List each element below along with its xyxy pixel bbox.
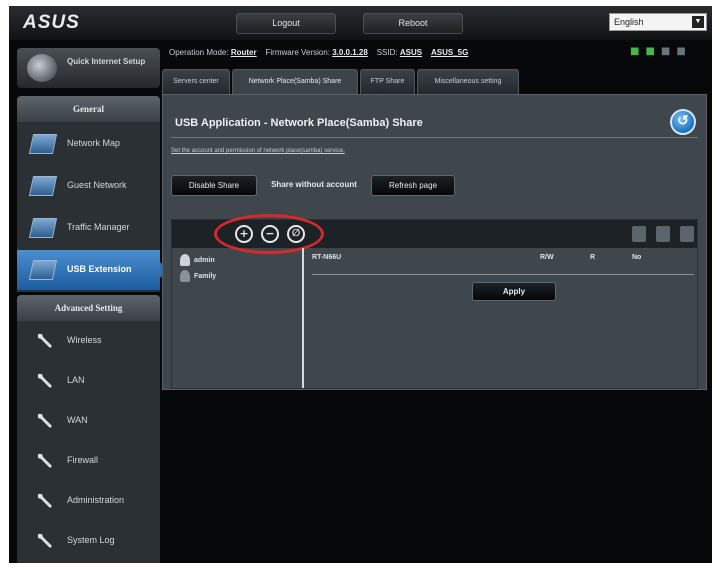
sidebar-item-label: Network Map xyxy=(67,138,121,148)
sidebar-item-label: System Log xyxy=(67,535,115,545)
sidebar-item-label: Guest Network xyxy=(67,180,127,190)
wrench-icon xyxy=(38,334,52,348)
add-folder-icon[interactable] xyxy=(632,226,646,242)
sidebar-item-label: Traffic Manager xyxy=(67,222,130,232)
sidebar-item-wireless[interactable]: Wireless xyxy=(17,321,160,361)
tab-ftp-share[interactable]: FTP Share xyxy=(360,69,415,94)
sidebar-item-administration[interactable]: Administration xyxy=(17,481,160,521)
ssid-link[interactable]: ASUS xyxy=(400,48,422,57)
disable-share-button[interactable]: Disable Share xyxy=(171,175,257,196)
router-admin-window: ASUS Logout Reboot English ▼ Quick Inter… xyxy=(9,6,712,563)
status-line: Operation Mode: Router Firmware Version:… xyxy=(169,48,468,57)
account-name: admin xyxy=(194,256,215,264)
sidebar-item-firewall[interactable]: Firewall xyxy=(17,441,160,481)
printer-icon: ■ xyxy=(676,46,692,57)
operation-mode-link[interactable]: Router xyxy=(231,48,257,57)
user-icon xyxy=(180,270,190,282)
sidebar-item-lan[interactable]: LAN xyxy=(17,361,160,401)
share-toolbar: + − ∅ xyxy=(172,214,697,254)
rw-column-header: R/W xyxy=(540,254,554,261)
quick-setup-label: Quick Internet Setup xyxy=(67,57,146,66)
user-icon xyxy=(180,254,190,266)
wrench-icon xyxy=(38,534,52,548)
network-map-icon xyxy=(28,134,58,154)
status-icons: ■■■■ xyxy=(630,46,692,57)
sidebar-item-system-log[interactable]: System Log xyxy=(17,521,160,561)
wrench-icon xyxy=(38,494,52,508)
lock-icon: ■ xyxy=(630,46,646,57)
divider xyxy=(312,274,694,275)
globe-icon xyxy=(27,54,57,82)
chevron-down-icon: ▼ xyxy=(692,16,704,28)
tab-servers-center[interactable]: Servers center xyxy=(162,69,230,94)
tab-miscellaneous-setting[interactable]: Miscellaneous setting xyxy=(417,69,519,94)
general-heading: General xyxy=(17,96,160,122)
usb-extension-icon xyxy=(28,260,58,280)
usb-status-icon[interactable]: ■ xyxy=(645,46,660,57)
sidebar-item-label: LAN xyxy=(67,375,85,385)
logout-button[interactable]: Logout xyxy=(236,13,336,34)
page-description: Set the account and permission of networ… xyxy=(171,148,345,154)
edit-folder-icon[interactable] xyxy=(680,226,694,242)
sidebar-item-traffic-manager[interactable]: Traffic Manager xyxy=(17,208,160,248)
ssid-label: SSID: xyxy=(376,48,398,57)
operation-mode-label: Operation Mode: xyxy=(169,48,229,57)
firmware-version-link[interactable]: 3.0.0.1.28 xyxy=(332,48,368,57)
apply-button[interactable]: Apply xyxy=(472,282,556,301)
wrench-icon xyxy=(38,414,52,428)
sidebar-item-guest-network[interactable]: Guest Network xyxy=(17,166,160,206)
sidebar-item-label: USB Extension xyxy=(67,264,132,274)
account-item-admin[interactable]: admin xyxy=(180,254,215,266)
back-icon[interactable]: ↺ xyxy=(670,109,696,135)
refresh-page-button[interactable]: Refresh page xyxy=(371,175,455,196)
share-table: + − ∅ admin Family RT-N66U R/W R No Appl… xyxy=(171,214,698,389)
account-name: Family xyxy=(194,272,217,280)
top-bar: ASUS Logout Reboot English ▼ xyxy=(9,6,712,40)
language-value: English xyxy=(614,17,644,27)
r-column-header: R xyxy=(590,254,596,261)
advanced-setting-heading: Advanced Setting xyxy=(17,295,160,321)
traffic-manager-icon xyxy=(28,218,58,238)
reboot-button[interactable]: Reboot xyxy=(363,13,463,34)
tab-network-place-samba-share[interactable]: Network Place(Samba) Share xyxy=(232,69,358,94)
sidebar-item-usb-extension[interactable]: USB Extension xyxy=(17,250,168,290)
account-list: admin Family xyxy=(172,248,304,388)
sidebar-item-label: WAN xyxy=(67,415,88,425)
guest-network-icon xyxy=(28,176,58,196)
quick-internet-setup-button[interactable]: Quick Internet Setup xyxy=(17,48,160,88)
wifi-icon: ■ xyxy=(660,46,677,57)
delete-folder-icon[interactable] xyxy=(656,226,670,242)
page-title: USB Application - Network Place(Samba) S… xyxy=(175,117,423,129)
wrench-icon xyxy=(38,374,52,388)
device-name: RT-N66U xyxy=(312,254,342,261)
advanced-menu: Wireless LAN WAN Firewall Administration… xyxy=(17,321,160,563)
language-select[interactable]: English ▼ xyxy=(609,13,707,31)
general-menu: Network Map Guest Network Traffic Manage… xyxy=(17,122,168,292)
sidebar-item-label: Wireless xyxy=(67,335,102,345)
account-item-family[interactable]: Family xyxy=(180,270,216,282)
sidebar-item-label: Firewall xyxy=(67,455,99,465)
sidebar-item-network-map[interactable]: Network Map xyxy=(17,124,160,164)
ssid-5g-link[interactable]: ASUS_5G xyxy=(431,48,468,57)
asus-logo: ASUS xyxy=(23,12,80,33)
wrench-icon xyxy=(38,454,52,468)
samba-share-panel: USB Application - Network Place(Samba) S… xyxy=(162,94,707,390)
divider xyxy=(171,137,698,138)
sidebar-item-wan[interactable]: WAN xyxy=(17,401,160,441)
sidebar-item-label: Administration xyxy=(67,495,125,505)
no-column-header: No xyxy=(632,254,642,261)
firmware-label: Firmware Version: xyxy=(265,48,330,57)
share-without-account-button[interactable]: Share without account xyxy=(259,175,369,196)
